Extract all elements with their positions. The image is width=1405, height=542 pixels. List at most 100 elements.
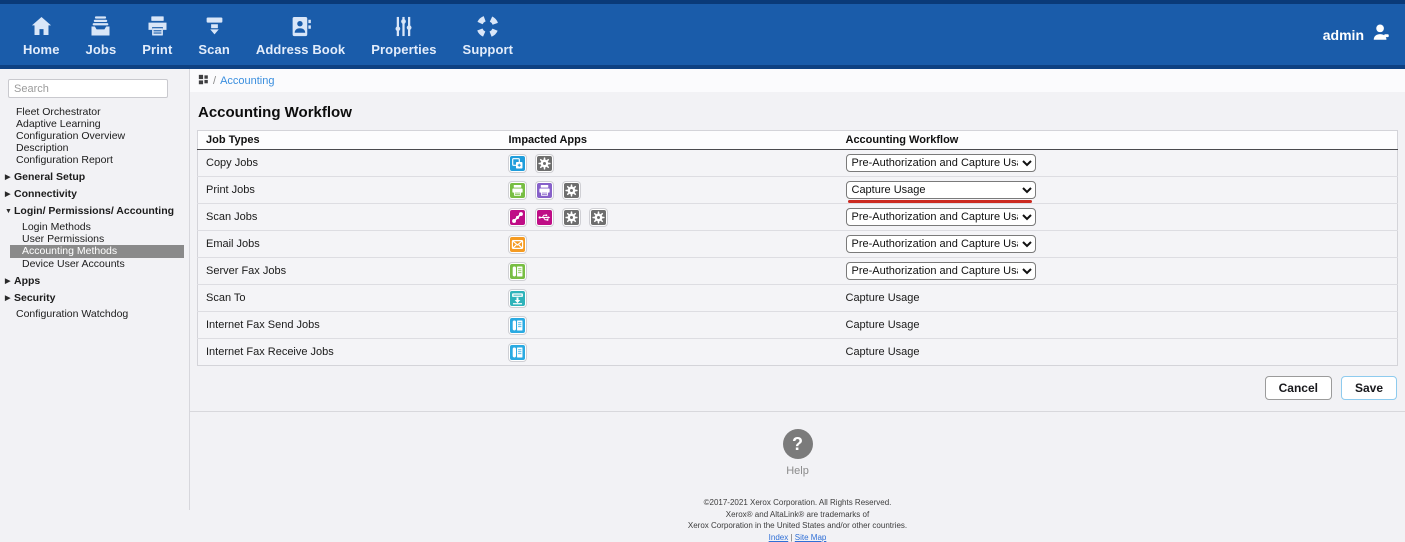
sidebar-item-label: Accounting Methods xyxy=(22,245,117,257)
sidebar-item-adaptive-learning[interactable]: Adaptive Learning xyxy=(0,118,189,130)
sidebar-item-label: Login Methods xyxy=(22,221,91,233)
sidebar-item-user-permissions[interactable]: User Permissions xyxy=(0,233,189,245)
user-icon xyxy=(1371,22,1391,47)
workflow-text-internet-fax-send-jobs: Capture Usage xyxy=(846,319,920,331)
copy-icon xyxy=(509,155,526,172)
fax-icon xyxy=(509,344,526,361)
save-button[interactable]: Save xyxy=(1341,376,1397,400)
sidebar-item-security[interactable]: ▶Security xyxy=(0,292,189,304)
top-navigation-bar: Home Jobs Print Scan Address Book Proper… xyxy=(0,0,1405,69)
table-row-internet-fax-send-jobs: Internet Fax Send Jobs Capture Usage xyxy=(198,312,1398,339)
sidebar-item-device-user-accounts[interactable]: Device User Accounts xyxy=(0,258,189,270)
table-row-internet-fax-receive-jobs: Internet Fax Receive Jobs Capture Usage xyxy=(198,339,1398,366)
sidebar-item-label: Device User Accounts xyxy=(22,258,125,270)
nav-item-print[interactable]: Print xyxy=(129,4,185,65)
workflow-select-email-jobs[interactable]: Pre-Authorization and Capture Usage xyxy=(846,235,1036,253)
impacted-apps xyxy=(509,317,830,334)
breadcrumb-link-accounting[interactable]: Accounting xyxy=(220,75,274,87)
workflow-select-copy-jobs[interactable]: Pre-Authorization and Capture Usage xyxy=(846,154,1036,172)
nav-label: Address Book xyxy=(256,42,345,57)
gear-icon xyxy=(536,155,553,172)
footer-link-index[interactable]: Index xyxy=(769,533,789,542)
sidebar-item-label: Configuration Watchdog xyxy=(16,308,128,320)
sidebar-item-login-methods[interactable]: Login Methods xyxy=(0,221,189,233)
nav-label: Support xyxy=(463,42,514,57)
sidebar-item-label: Configuration Overview xyxy=(16,130,125,142)
nav-item-scan[interactable]: Scan xyxy=(185,4,242,65)
sidebar-item-connectivity[interactable]: ▶Connectivity xyxy=(0,188,189,200)
breadcrumb: / Accounting xyxy=(190,69,1405,92)
sidebar-item-description[interactable]: Description xyxy=(0,142,189,154)
sidebar-item-general-setup[interactable]: ▶General Setup xyxy=(0,171,189,183)
link-icon xyxy=(509,209,526,226)
chevron-right-icon: ▶ xyxy=(5,294,12,303)
sidebar-item-fleet-orchestrator[interactable]: Fleet Orchestrator xyxy=(0,106,189,118)
user-menu[interactable]: admin xyxy=(1323,4,1391,65)
fax-icon xyxy=(509,317,526,334)
main-content: / Accounting Accounting Workflow Job Typ… xyxy=(190,69,1405,510)
table-row-copy-jobs: Copy Jobs Pre-Authorization and Capture … xyxy=(198,150,1398,177)
nav-label: Print xyxy=(142,42,172,57)
nav-item-home[interactable]: Home xyxy=(10,4,73,65)
sidebar-item-apps[interactable]: ▶Apps xyxy=(0,275,189,287)
nav-label: Properties xyxy=(371,42,436,57)
column-header-job-types: Job Types xyxy=(198,131,501,150)
email-icon xyxy=(509,236,526,253)
sidebar-item-label: Login/ Permissions/ Accounting xyxy=(14,207,174,216)
accounting-workflow-table: Job Types Impacted Apps Accounting Workf… xyxy=(197,130,1398,366)
scan-to-icon xyxy=(509,290,526,307)
sidebar-item-label: Adaptive Learning xyxy=(16,118,101,130)
grid-icon xyxy=(198,72,209,90)
printer-icon xyxy=(509,182,526,199)
job-type-label: Copy Jobs xyxy=(198,150,501,177)
search-input[interactable] xyxy=(8,79,168,98)
sidebar-item-label: User Permissions xyxy=(22,233,104,245)
cancel-button[interactable]: Cancel xyxy=(1265,376,1332,400)
nav-item-address-book[interactable]: Address Book xyxy=(243,4,358,65)
sidebar-item-login-permissions-accounting[interactable]: ▼Login/ Permissions/ Accounting xyxy=(0,205,189,217)
impacted-apps xyxy=(509,263,830,280)
impacted-apps xyxy=(509,344,830,361)
print-icon xyxy=(144,13,171,40)
nav-item-support[interactable]: Support xyxy=(450,4,527,65)
user-name: admin xyxy=(1323,27,1364,43)
impacted-apps xyxy=(509,209,830,226)
gear-icon xyxy=(563,209,580,226)
sidebar-item-configuration-watchdog[interactable]: Configuration Watchdog xyxy=(0,308,189,320)
sidebar-item-label: Description xyxy=(16,142,69,154)
column-header-accounting-workflow: Accounting Workflow xyxy=(838,131,1398,150)
job-type-label: Internet Fax Receive Jobs xyxy=(198,339,501,366)
help-label: Help xyxy=(190,465,1405,477)
job-type-label: Print Jobs xyxy=(198,177,501,204)
sidebar-item-accounting-methods[interactable]: Accounting Methods xyxy=(10,245,184,258)
impacted-apps xyxy=(509,182,830,199)
footer: ? Help ©2017-2021 Xerox Corporation. All… xyxy=(190,412,1405,542)
workflow-select-print-jobs[interactable]: Capture Usage xyxy=(846,181,1036,199)
sidebar-item-configuration-overview[interactable]: Configuration Overview xyxy=(0,130,189,142)
home-icon xyxy=(28,13,55,40)
table-row-email-jobs: Email Jobs Pre-Authorization and Capture… xyxy=(198,231,1398,258)
table-row-print-jobs: Print Jobs Capture Usage xyxy=(198,177,1398,204)
job-type-label: Server Fax Jobs xyxy=(198,258,501,285)
sidebar-item-label: Fleet Orchestrator xyxy=(16,106,101,118)
printer-icon xyxy=(536,182,553,199)
sidebar-item-label: Configuration Report xyxy=(16,154,113,166)
workflow-select-server-fax-jobs[interactable]: Pre-Authorization and Capture Usage xyxy=(846,262,1036,280)
table-row-scan-jobs: Scan Jobs Pre-Authorization and Capture … xyxy=(198,204,1398,231)
sidebar: Fleet OrchestratorAdaptive LearningConfi… xyxy=(0,69,190,510)
nav-item-jobs[interactable]: Jobs xyxy=(73,4,130,65)
help-icon[interactable]: ? xyxy=(783,429,813,459)
usb-icon xyxy=(536,209,553,226)
sidebar-item-label: Security xyxy=(14,294,55,303)
table-row-server-fax-jobs: Server Fax Jobs Pre-Authorization and Ca… xyxy=(198,258,1398,285)
properties-icon xyxy=(390,13,417,40)
nav-item-properties[interactable]: Properties xyxy=(358,4,449,65)
nav-label: Home xyxy=(23,42,60,57)
breadcrumb-separator: / xyxy=(213,75,216,87)
workflow-select-scan-jobs[interactable]: Pre-Authorization and Capture Usage xyxy=(846,208,1036,226)
page-title: Accounting Workflow xyxy=(198,104,1398,121)
sidebar-item-configuration-report[interactable]: Configuration Report xyxy=(0,154,189,166)
copyright-text: ©2017-2021 Xerox Corporation. All Rights… xyxy=(190,497,1405,532)
gear-icon xyxy=(590,209,607,226)
footer-link-site-map[interactable]: Site Map xyxy=(795,533,827,542)
